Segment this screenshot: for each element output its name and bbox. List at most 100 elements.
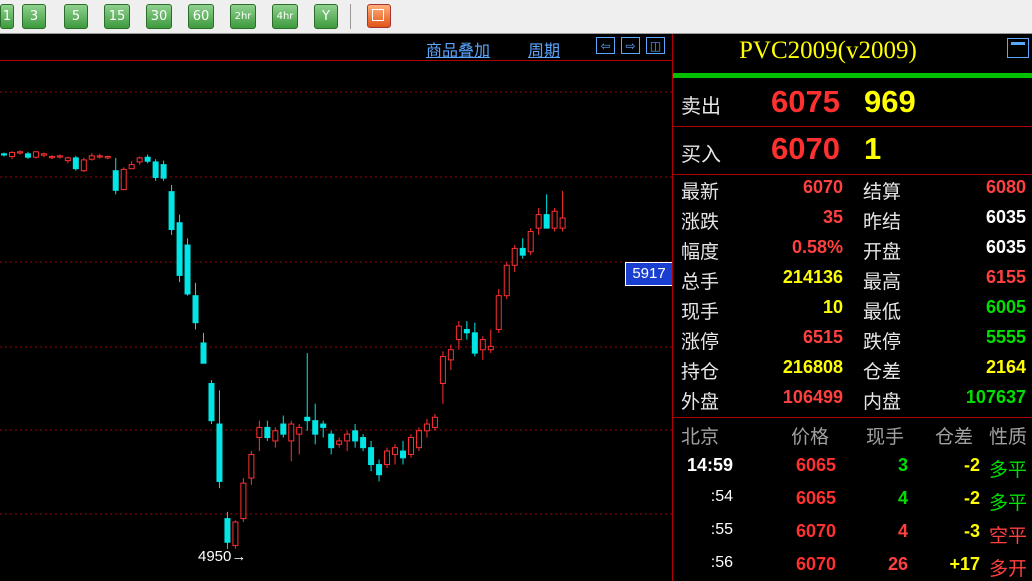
candle[interactable] xyxy=(48,155,55,160)
candle[interactable] xyxy=(455,321,462,350)
period-button-4hr[interactable]: 4hr xyxy=(272,4,298,29)
candle[interactable] xyxy=(256,420,263,452)
candle[interactable] xyxy=(232,520,239,549)
candle[interactable] xyxy=(535,207,542,235)
candle[interactable] xyxy=(264,420,271,441)
candle[interactable] xyxy=(88,153,95,161)
candle[interactable] xyxy=(104,155,111,160)
period-button-1[interactable]: 1 xyxy=(0,4,14,29)
tick-price: 6070 xyxy=(795,554,836,574)
candle[interactable] xyxy=(503,261,510,300)
candle[interactable] xyxy=(184,238,191,296)
candle[interactable] xyxy=(407,434,414,458)
grid-view-icon[interactable] xyxy=(367,4,391,28)
candle[interactable] xyxy=(344,430,351,452)
buy-price[interactable]: 6070 xyxy=(771,131,840,167)
candle[interactable] xyxy=(527,228,534,256)
candle[interactable] xyxy=(24,151,31,159)
candle[interactable] xyxy=(1,152,7,157)
candle[interactable] xyxy=(216,390,223,489)
stat-label: 仓差 xyxy=(863,361,902,383)
candle[interactable] xyxy=(240,478,247,522)
chart-canvas xyxy=(0,91,672,549)
candle[interactable] xyxy=(40,152,47,158)
candle[interactable] xyxy=(208,380,215,425)
candle[interactable] xyxy=(551,207,558,232)
period-button-5[interactable]: 5 xyxy=(64,4,88,29)
candle[interactable] xyxy=(224,511,231,549)
period-button-15[interactable]: 15 xyxy=(104,4,130,29)
candle[interactable] xyxy=(431,413,438,431)
candle[interactable] xyxy=(16,150,23,155)
sell-price[interactable]: 6075 xyxy=(771,84,840,120)
candle[interactable] xyxy=(415,427,422,452)
candle[interactable] xyxy=(376,459,383,482)
candle[interactable] xyxy=(368,440,375,472)
candle[interactable] xyxy=(392,444,399,465)
period-button-3[interactable]: 3 xyxy=(22,4,46,29)
candlestick-chart[interactable]: 商品叠加 周期 ⇦ ⇨ ◫ xyxy=(0,34,672,581)
period-button-60[interactable]: 60 xyxy=(188,4,214,29)
candle[interactable] xyxy=(248,451,255,485)
candle[interactable] xyxy=(463,321,470,340)
candle[interactable] xyxy=(336,437,343,448)
candle[interactable] xyxy=(80,157,87,173)
candle[interactable] xyxy=(96,153,103,159)
candle-body xyxy=(535,214,542,229)
candle[interactable] xyxy=(559,190,566,232)
candle[interactable] xyxy=(128,161,135,170)
candle[interactable] xyxy=(328,430,335,455)
candle[interactable] xyxy=(487,329,494,354)
candle[interactable] xyxy=(72,155,79,171)
candle-body xyxy=(16,151,23,154)
candle[interactable] xyxy=(312,403,319,445)
candle[interactable] xyxy=(360,434,367,452)
candle[interactable] xyxy=(176,214,183,283)
maximize-icon[interactable] xyxy=(1007,38,1029,58)
candle[interactable] xyxy=(120,167,127,191)
candle[interactable] xyxy=(511,245,518,273)
candle[interactable] xyxy=(479,336,486,360)
candle-body xyxy=(320,423,327,428)
candle[interactable] xyxy=(160,160,167,181)
candle[interactable] xyxy=(384,447,391,468)
candle[interactable] xyxy=(144,154,151,164)
candle[interactable] xyxy=(272,427,279,448)
candle[interactable] xyxy=(439,351,446,404)
candle-body xyxy=(384,450,391,466)
candle[interactable] xyxy=(543,194,550,229)
candle[interactable] xyxy=(423,418,430,438)
candle[interactable] xyxy=(519,238,526,259)
candle[interactable] xyxy=(136,156,143,165)
candle[interactable] xyxy=(192,282,199,330)
candle[interactable] xyxy=(352,424,359,448)
candle[interactable] xyxy=(8,151,15,160)
candle[interactable] xyxy=(296,424,303,455)
candle[interactable] xyxy=(280,415,287,438)
candle[interactable] xyxy=(32,151,39,159)
candle[interactable] xyxy=(320,420,327,438)
candle[interactable] xyxy=(64,156,71,164)
candle[interactable] xyxy=(288,420,295,462)
candle-body xyxy=(80,159,87,172)
period-button-2hr[interactable]: 2hr xyxy=(230,4,256,29)
stat-value: 214136 xyxy=(782,267,843,287)
candle[interactable] xyxy=(152,159,159,181)
candle[interactable] xyxy=(56,154,63,159)
candle[interactable] xyxy=(447,344,454,370)
candle[interactable] xyxy=(304,353,311,431)
candle[interactable] xyxy=(112,157,119,195)
candle-body xyxy=(392,447,399,455)
candle[interactable] xyxy=(495,288,502,333)
candle[interactable] xyxy=(400,440,406,465)
candle-body xyxy=(312,420,319,435)
period-button-30[interactable]: 30 xyxy=(146,4,172,29)
candle-body xyxy=(503,264,510,297)
period-button-y[interactable]: Y xyxy=(314,4,338,29)
candle[interactable] xyxy=(471,322,478,357)
candle[interactable] xyxy=(200,332,207,364)
candle-body xyxy=(24,153,31,158)
candle-body xyxy=(40,153,47,156)
candle[interactable] xyxy=(168,184,175,235)
candle-body xyxy=(272,430,279,442)
